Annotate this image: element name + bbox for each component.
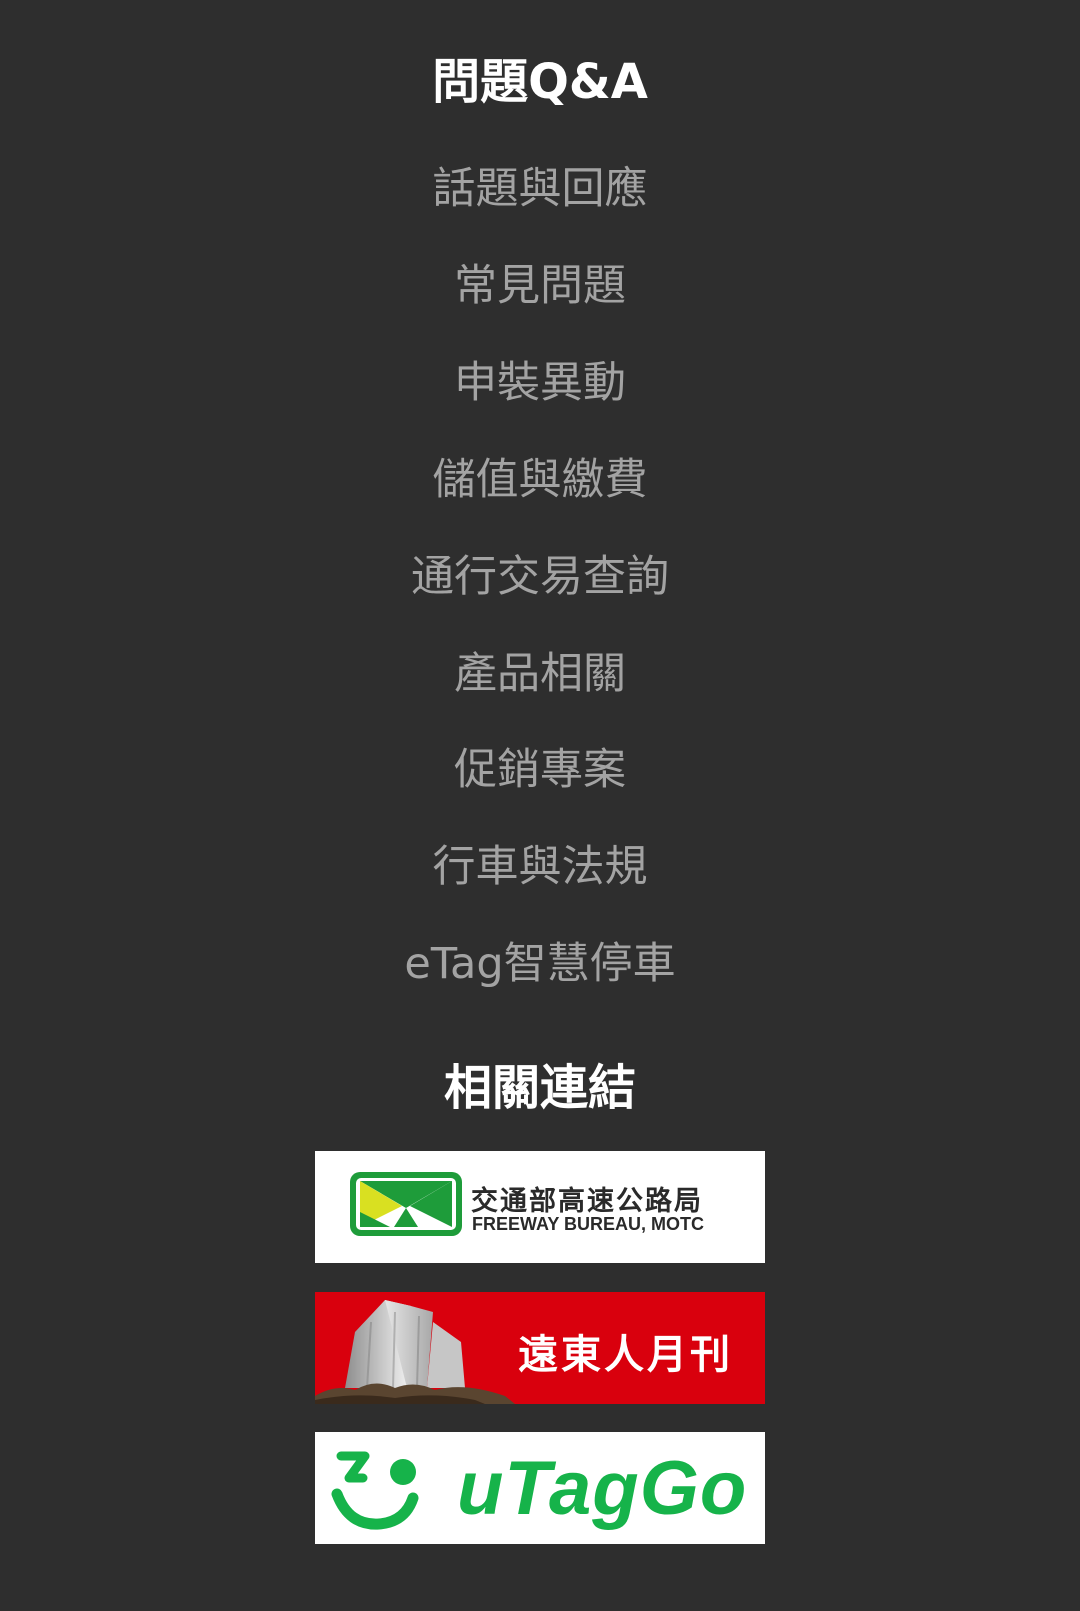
freeway-bureau-logo-icon	[350, 1172, 462, 1236]
qa-link-products[interactable]: 產品相關	[0, 646, 1080, 702]
links-section-title: 相關連結	[443, 1060, 636, 1116]
qa-link-driving-rules[interactable]: 行車與法規	[0, 839, 1080, 895]
qa-link-promotions[interactable]: 促銷專案	[0, 742, 1080, 798]
qa-link-transaction-query[interactable]: 通行交易查詢	[0, 549, 1080, 605]
qa-link-faq[interactable]: 常見問題	[0, 258, 1080, 314]
freeway-bureau-name-en: FREEWAY BUREAU, MOTC	[472, 1214, 705, 1234]
qa-section: 問題Q&A	[0, 52, 1080, 112]
freeway-bureau-name-zh: 交通部高速公路局	[471, 1186, 703, 1217]
fareast-monthly-banner[interactable]: 遠東人月刊	[315, 1292, 765, 1404]
utaggo-wordmark: uTagGo	[457, 1446, 748, 1531]
utaggo-banner[interactable]: uTagGo	[315, 1432, 765, 1544]
qa-section-title: 問題Q&A	[432, 54, 648, 110]
qa-link-smart-parking[interactable]: eTag智慧停車	[0, 936, 1080, 992]
fareast-monthly-title: 遠東人月刊	[518, 1332, 733, 1378]
qa-link-topics[interactable]: 話題與回應	[0, 161, 1080, 217]
links-section: 相關連結	[0, 1058, 1080, 1118]
building-icon	[315, 1300, 515, 1404]
qa-link-topup-payment[interactable]: 儲值與繳費	[0, 452, 1080, 508]
utaggo-logo-icon	[331, 1451, 419, 1530]
freeway-bureau-banner[interactable]: 交通部高速公路局 FREEWAY BUREAU, MOTC	[315, 1151, 765, 1263]
qa-link-apply-change[interactable]: 申裝異動	[0, 355, 1080, 411]
